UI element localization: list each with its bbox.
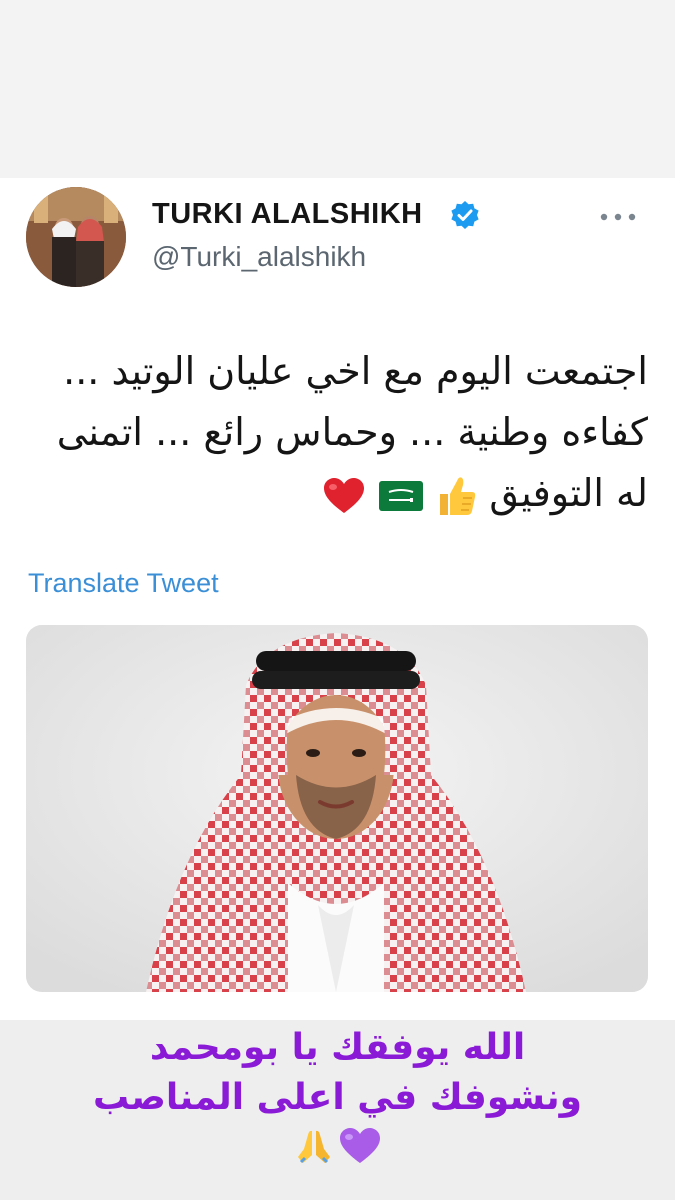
tweet-text-line-3: له التوفيق xyxy=(26,463,648,524)
story-caption: الله يوفقك يا بومحمد ونشوفك في اعلى المن… xyxy=(0,1023,675,1179)
red-heart-icon xyxy=(324,477,365,513)
story-caption-emojis xyxy=(295,1127,381,1165)
more-options-icon[interactable] xyxy=(598,211,638,223)
story-caption-line-1: الله يوفقك يا بومحمد xyxy=(149,1027,526,1068)
saudi-flag-icon xyxy=(379,480,424,511)
story-caption-line-2: ونشوفك في اعلى المناصب xyxy=(93,1077,582,1118)
tweet-photo[interactable] xyxy=(26,625,648,992)
story-top-background xyxy=(0,0,675,178)
thumbs-up-icon xyxy=(440,476,476,515)
tweet-card: TURKI ALALSHIKH @Turki_alalshikh اجتمعت … xyxy=(0,178,675,1020)
tweet-text: اجتمعت اليوم مع اخي عليان الوتيد ... كفا… xyxy=(26,341,648,524)
translate-tweet-link[interactable]: Translate Tweet xyxy=(28,568,219,599)
author-handle[interactable]: @Turki_alalshikh xyxy=(152,241,366,273)
author-name[interactable]: TURKI ALALSHIKH xyxy=(152,198,423,231)
tweet-emoji-row xyxy=(323,475,477,517)
purple-heart-icon xyxy=(339,1128,380,1163)
tweet-text-line-3-words: له التوفيق xyxy=(489,471,648,515)
verified-badge-icon xyxy=(451,201,479,229)
folded-hands-icon xyxy=(297,1130,330,1164)
tweet-text-line-1: اجتمعت اليوم مع اخي عليان الوتيد ... xyxy=(63,349,648,393)
author-avatar[interactable] xyxy=(26,187,126,287)
tweet-text-line-2: كفاءه وطنية ... وحماس رائع ... اتمنى xyxy=(56,410,648,454)
